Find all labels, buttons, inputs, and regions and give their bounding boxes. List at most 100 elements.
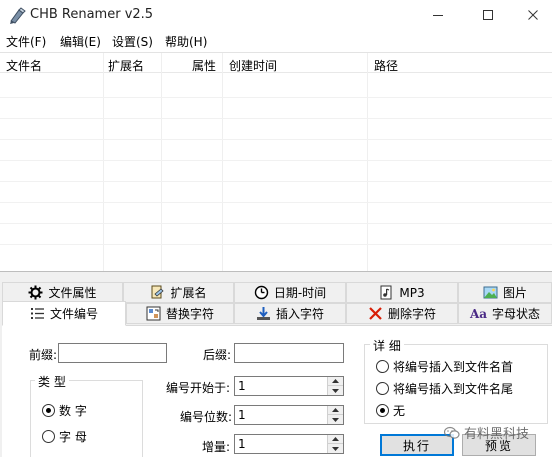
tab-label: 字母状态 [492, 307, 541, 321]
digits-label: 编号位数: [180, 410, 233, 424]
tab-label: MP3 [399, 285, 425, 300]
prefix-label: 前缀: [29, 348, 58, 362]
tab-extension[interactable]: 扩展名 [123, 282, 234, 303]
tab-file-numbering[interactable]: 文件编号 [2, 301, 126, 326]
extension-icon [150, 285, 165, 300]
insert-at-start-radio[interactable]: 将编号插入到文件名首 [376, 358, 513, 375]
type-group-title: 类 型 [35, 373, 69, 390]
stepper-down-button[interactable] [328, 444, 343, 453]
delete-icon [368, 306, 383, 321]
stepper-up-button[interactable] [328, 435, 343, 444]
maximize-button[interactable] [465, 0, 511, 30]
watermark-text: 有料黑科技 [464, 427, 530, 442]
arrow-up-icon [332, 437, 339, 441]
grid-line [0, 118, 552, 119]
increment-stepper[interactable]: 1 [234, 434, 344, 454]
type-letter-radio[interactable]: 字 母 [42, 428, 87, 445]
start-number-stepper[interactable]: 1 [234, 376, 344, 396]
tab-label: 日期-时间 [273, 286, 327, 300]
stepper-buttons [327, 377, 343, 395]
stepper-buttons [327, 435, 343, 453]
arrow-up-icon [332, 408, 339, 412]
tab-delete-chars[interactable]: 删除字符 [346, 303, 458, 324]
tab-label: 文件编号 [49, 307, 98, 321]
start-label: 编号开始于: [166, 381, 231, 395]
menu-edit[interactable]: 编辑(E) [60, 33, 101, 50]
tab-label: 替换字符 [165, 307, 214, 321]
stepper-up-button[interactable] [328, 406, 343, 415]
maximize-icon [483, 10, 493, 20]
column-divider[interactable] [103, 53, 104, 271]
grid-line [0, 244, 552, 245]
digits-stepper[interactable]: 1 [234, 405, 344, 425]
grid-line [0, 223, 552, 224]
column-divider[interactable] [161, 53, 162, 271]
grid-line [0, 97, 552, 98]
tab-label: 图片 [502, 286, 527, 300]
detail-group-title: 详 细 [370, 337, 404, 354]
stepper-up-button[interactable] [328, 377, 343, 386]
prefix-input[interactable] [58, 343, 167, 363]
tab-letter-case[interactable]: Aa 字母状态 [458, 303, 552, 324]
image-icon [483, 285, 498, 300]
column-divider[interactable] [367, 53, 368, 271]
tab-label: 文件属性 [48, 286, 97, 300]
file-list[interactable]: 文件名 扩展名 属性 创建时间 路径 [0, 52, 552, 272]
tab-label: 删除字符 [387, 307, 436, 321]
radio-label: 将编号插入到文件名尾 [393, 382, 514, 396]
execute-button[interactable]: 执行 [380, 434, 454, 456]
menu-bar: 文件(F) 编辑(E) 设置(S) 帮助(H) [0, 31, 552, 51]
type-number-radio[interactable]: 数 字 [42, 402, 87, 419]
tab-date-time[interactable]: 日期-时间 [234, 282, 346, 303]
radio-indicator [42, 404, 55, 417]
close-button[interactable] [510, 0, 552, 30]
watermark: 有料黑科技 [444, 423, 529, 442]
stepper-down-button[interactable] [328, 415, 343, 424]
column-divider[interactable] [222, 53, 223, 271]
stepper-down-button[interactable] [328, 386, 343, 395]
tab-insert-chars[interactable]: 插入字符 [234, 303, 346, 324]
suffix-label: 后缀: [203, 348, 232, 362]
attributes-icon [28, 285, 43, 300]
list-header-divider [0, 72, 552, 73]
tab-replace-chars[interactable]: 替换字符 [126, 303, 234, 324]
tab-label: 插入字符 [275, 307, 324, 321]
window-title: CHB Renamer v2.5 [30, 7, 154, 22]
increment-value: 1 [238, 437, 246, 451]
radio-indicator [376, 382, 389, 395]
radio-label: 无 [393, 404, 406, 418]
grid-line [0, 181, 552, 182]
radio-indicator [42, 430, 55, 443]
grid-line [0, 202, 552, 203]
minimize-button[interactable] [415, 0, 461, 30]
menu-file[interactable]: 文件(F) [6, 33, 46, 50]
insert-at-end-radio[interactable]: 将编号插入到文件名尾 [376, 380, 513, 397]
radio-label: 字 母 [59, 430, 87, 444]
digits-value: 1 [238, 408, 246, 422]
insert-icon [256, 306, 271, 321]
menu-settings[interactable]: 设置(S) [112, 33, 153, 50]
replace-icon [146, 306, 161, 321]
radio-label: 将编号插入到文件名首 [393, 360, 514, 374]
tab-mp3[interactable]: MP3 [346, 282, 458, 303]
wechat-icon [444, 426, 460, 439]
radio-indicator [376, 404, 389, 417]
menu-help[interactable]: 帮助(H) [165, 33, 207, 50]
tab-label: 扩展名 [170, 286, 207, 300]
mp3-icon [379, 285, 394, 300]
tab-image[interactable]: 图片 [458, 282, 552, 303]
grid-line [0, 160, 552, 161]
radio-indicator [376, 360, 389, 373]
start-number-value: 1 [238, 379, 246, 393]
numbering-icon [30, 306, 45, 321]
no-insert-radio[interactable]: 无 [376, 402, 405, 419]
arrow-up-icon [332, 379, 339, 383]
arrow-down-icon [332, 417, 339, 422]
minimize-icon [433, 15, 443, 16]
grid-line [0, 139, 552, 140]
radio-label: 数 字 [59, 404, 87, 418]
tab-file-attributes[interactable]: 文件属性 [2, 282, 123, 303]
stepper-buttons [327, 406, 343, 424]
suffix-input[interactable] [234, 343, 344, 363]
title-bar: CHB Renamer v2.5 [0, 0, 552, 31]
